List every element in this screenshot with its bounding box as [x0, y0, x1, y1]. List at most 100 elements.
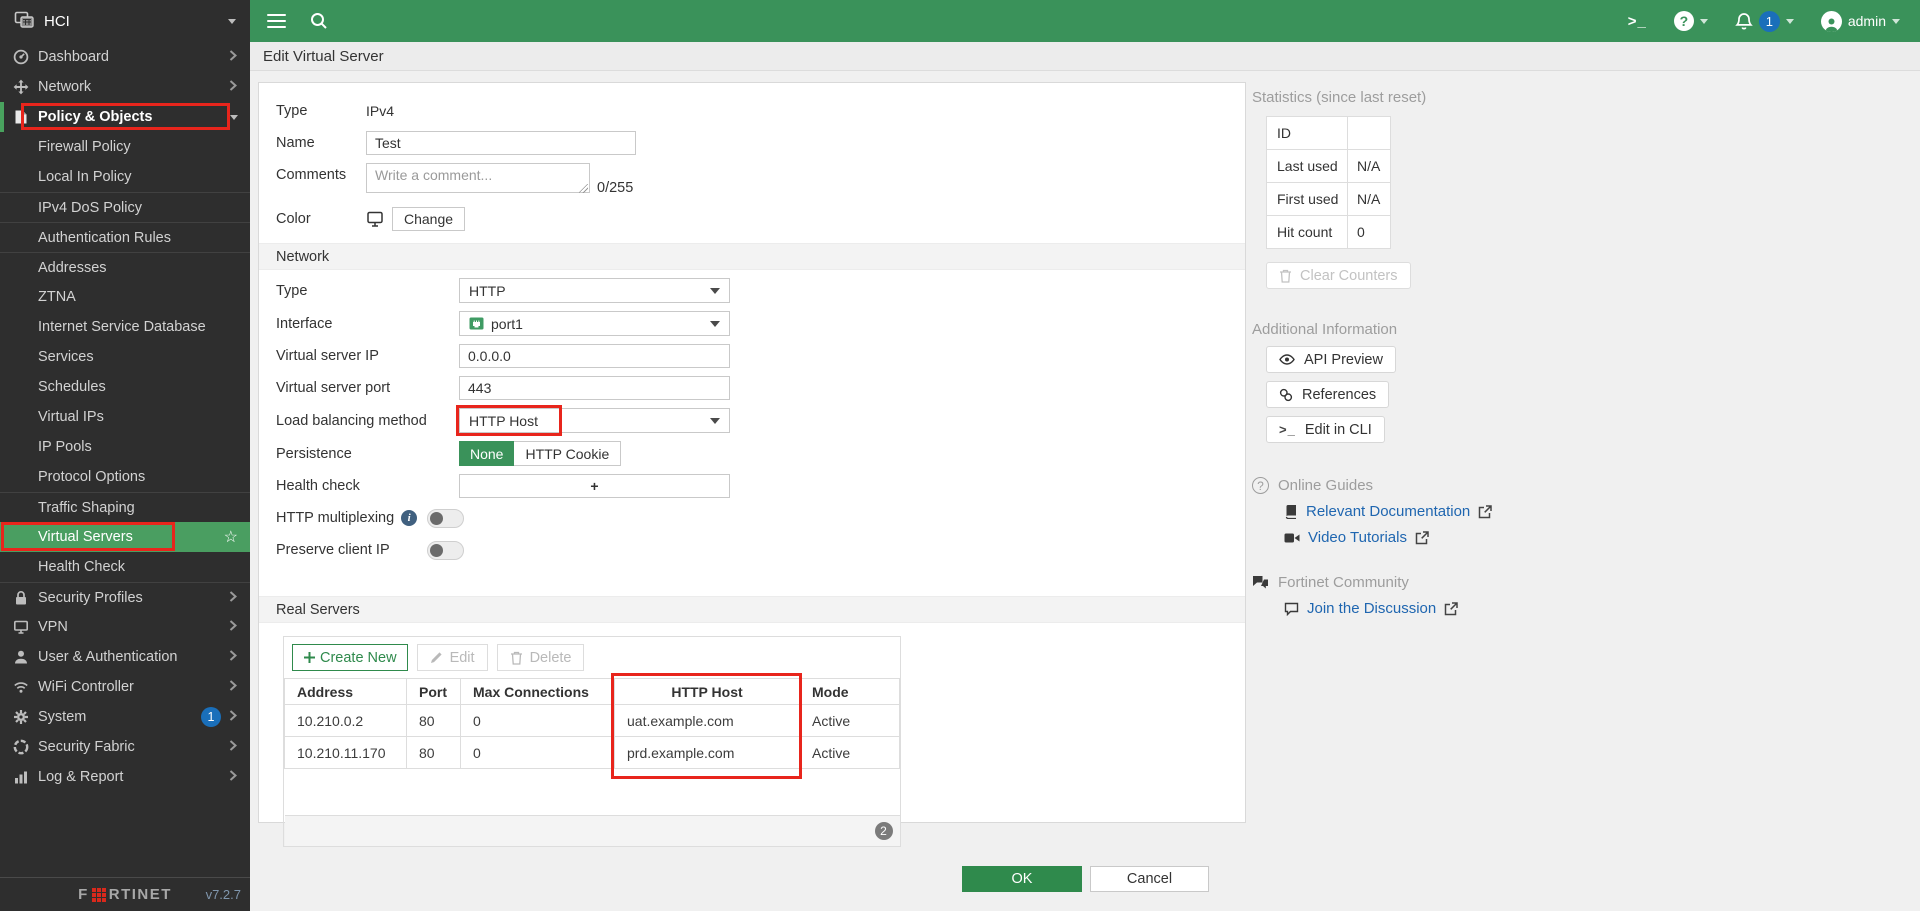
sidebar-item-health-check[interactable]: Health Check [0, 552, 250, 582]
policy-objects-icon [12, 109, 29, 126]
sidebar: HCI Dashboard Network Policy & Objects F… [0, 0, 250, 911]
notifications-menu[interactable]: 1 [1735, 11, 1794, 32]
sidebar-item-virtual-ips[interactable]: Virtual IPs [0, 402, 250, 432]
sidebar-item-ipv4-dos-policy[interactable]: IPv4 DoS Policy [0, 192, 250, 222]
load-balancing-method-select[interactable]: HTTP Host [459, 408, 730, 433]
help-menu[interactable]: ? [1674, 11, 1708, 31]
sidebar-item-system[interactable]: System 1 [0, 702, 250, 732]
ok-button[interactable]: OK [962, 866, 1082, 892]
net-type-select[interactable]: HTTP [459, 278, 730, 303]
comments-input[interactable] [366, 163, 590, 193]
help-icon: ? [1674, 11, 1694, 31]
interface-label: Interface [276, 316, 459, 332]
sidebar-item-addresses[interactable]: Addresses [0, 252, 250, 282]
join-discussion-link[interactable]: Join the Discussion [1284, 600, 1582, 617]
chevron-right-icon [229, 739, 238, 755]
external-link-icon [1478, 505, 1492, 519]
persistence-none-option[interactable]: None [459, 441, 514, 466]
system-notification-badge: 1 [201, 707, 221, 727]
sidebar-item-wifi-controller[interactable]: WiFi Controller [0, 672, 250, 702]
net-type-label: Type [276, 283, 459, 299]
favorite-star-icon[interactable]: ☆ [224, 527, 238, 547]
chevron-right-icon [229, 679, 238, 695]
notification-count-badge: 1 [1759, 11, 1780, 32]
column-header-port[interactable]: Port [407, 679, 461, 705]
row-count-badge: 2 [875, 822, 893, 840]
sidebar-item-virtual-servers[interactable]: Virtual Servers ☆ [0, 522, 250, 552]
resize-grip-icon[interactable] [579, 184, 588, 193]
admin-menu[interactable]: admin [1821, 11, 1900, 32]
plus-icon [303, 651, 316, 664]
color-change-button[interactable]: Change [392, 207, 465, 231]
online-guides-header: ? Online Guides [1252, 477, 1582, 494]
cli-console-button[interactable]: >_ [1628, 13, 1647, 30]
virtual-server-port-input[interactable] [459, 376, 730, 400]
api-preview-button[interactable]: API Preview [1266, 346, 1396, 373]
cancel-button[interactable]: Cancel [1090, 866, 1209, 892]
relevant-documentation-link[interactable]: Relevant Documentation [1284, 503, 1582, 520]
references-button[interactable]: References [1266, 381, 1389, 408]
video-tutorials-link[interactable]: Video Tutorials [1284, 529, 1582, 546]
chevron-down-icon [710, 288, 720, 294]
table-footer: 2 [285, 816, 900, 847]
chevron-right-icon [229, 709, 238, 725]
delete-button[interactable]: Delete [497, 644, 585, 671]
sidebar-item-log-report[interactable]: Log & Report [0, 762, 250, 792]
sidebar-item-local-in-policy[interactable]: Local In Policy [0, 162, 250, 192]
create-new-button[interactable]: Create New [292, 644, 408, 671]
column-header-max-connections[interactable]: Max Connections [461, 679, 615, 705]
chevron-right-icon [229, 590, 238, 606]
column-header-mode[interactable]: Mode [800, 679, 900, 705]
sidebar-item-dashboard[interactable]: Dashboard [0, 42, 250, 72]
sidebar-item-security-fabric[interactable]: Security Fabric [0, 732, 250, 762]
real-servers-table-container: Create New Edit Delete Address Port Max … [283, 636, 901, 847]
security-fabric-icon [12, 739, 29, 756]
monitor-icon [12, 619, 29, 636]
vdom-title: HCI [44, 13, 70, 30]
sidebar-item-services[interactable]: Services [0, 342, 250, 372]
sidebar-nav: Dashboard Network Policy & Objects Firew… [0, 42, 250, 792]
video-camera-icon [1284, 532, 1300, 544]
vdom-selector[interactable]: HCI [0, 0, 250, 42]
preserve-client-ip-toggle[interactable] [427, 541, 464, 560]
sidebar-item-network[interactable]: Network [0, 72, 250, 102]
cli-console-icon: >_ [1628, 13, 1647, 30]
table-row[interactable]: 10.210.0.2 80 0 uat.example.com Active [285, 705, 900, 737]
menu-toggle-button[interactable] [267, 14, 286, 29]
sidebar-item-firewall-policy[interactable]: Firewall Policy [0, 132, 250, 162]
sidebar-item-internet-service-database[interactable]: Internet Service Database [0, 312, 250, 342]
sidebar-item-ip-pools[interactable]: IP Pools [0, 432, 250, 462]
chevron-right-icon [229, 79, 238, 95]
sidebar-item-vpn[interactable]: VPN [0, 612, 250, 642]
chevron-down-icon [1700, 19, 1708, 24]
search-button[interactable] [310, 12, 328, 30]
sidebar-item-security-profiles[interactable]: Security Profiles [0, 582, 250, 612]
health-check-label: Health check [276, 478, 459, 494]
edit-button[interactable]: Edit [417, 644, 488, 671]
sidebar-footer: F RTINET v7.2.7 [0, 877, 250, 911]
sidebar-item-schedules[interactable]: Schedules [0, 372, 250, 402]
table-row[interactable]: 10.210.11.170 80 0 prd.example.com Activ… [285, 737, 900, 769]
sidebar-item-traffic-shaping[interactable]: Traffic Shaping [0, 492, 250, 522]
sidebar-item-policy-objects[interactable]: Policy & Objects [0, 102, 250, 132]
health-check-add-button[interactable]: + [459, 474, 730, 498]
chevron-right-icon [229, 619, 238, 635]
clear-counters-button[interactable]: Clear Counters [1266, 262, 1411, 289]
interface-select[interactable]: port1 [459, 311, 730, 336]
chevron-down-icon [1892, 19, 1900, 24]
sidebar-item-ztna[interactable]: ZTNA [0, 282, 250, 312]
sidebar-item-authentication-rules[interactable]: Authentication Rules [0, 222, 250, 252]
column-header-address[interactable]: Address [285, 679, 407, 705]
persistence-http-cookie-option[interactable]: HTTP Cookie [514, 441, 621, 466]
http-multiplexing-toggle[interactable] [427, 509, 464, 528]
edit-in-cli-button[interactable]: >_ Edit in CLI [1266, 416, 1385, 443]
virtual-server-ip-input[interactable] [459, 344, 730, 368]
name-input[interactable] [366, 131, 636, 155]
admin-avatar-icon [1821, 11, 1842, 32]
sidebar-item-user-authentication[interactable]: User & Authentication [0, 642, 250, 672]
chat-bubbles-icon [1252, 575, 1269, 590]
column-header-http-host[interactable]: HTTP Host [615, 679, 800, 705]
table-empty-space [285, 769, 900, 816]
sidebar-item-protocol-options[interactable]: Protocol Options [0, 462, 250, 492]
user-icon [12, 649, 29, 666]
